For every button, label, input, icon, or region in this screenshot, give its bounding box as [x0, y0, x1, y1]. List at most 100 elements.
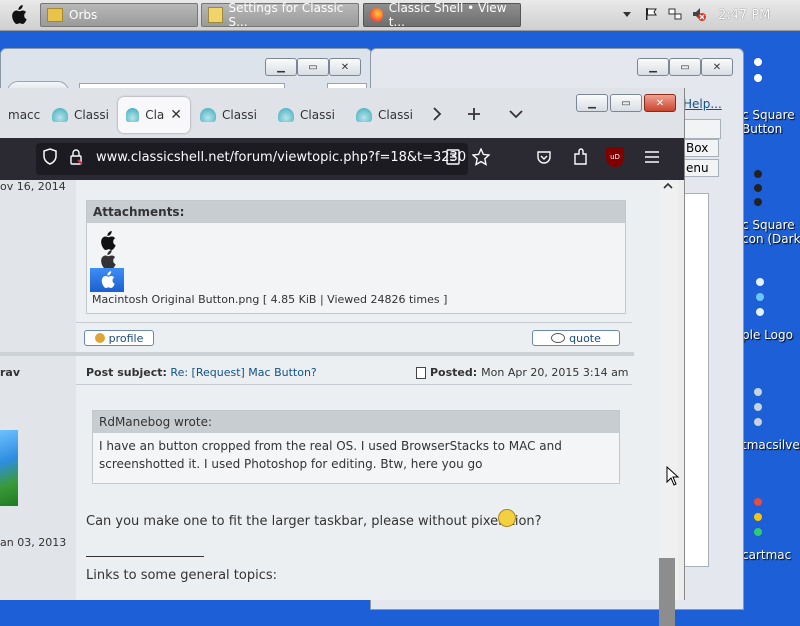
- folder-icon: [47, 8, 63, 22]
- shell-icon: [278, 108, 294, 122]
- profile-button[interactable]: profile: [84, 330, 154, 346]
- ublock-icon[interactable]: uD: [606, 147, 624, 167]
- quote-box: RdManebog wrote: I have an button croppe…: [92, 410, 620, 484]
- desktop-orb-icon[interactable]: [754, 170, 762, 178]
- taskbar-button-label: Orbs: [69, 8, 98, 22]
- reader-view-icon[interactable]: [446, 149, 460, 168]
- desktop-orb-icon[interactable]: [754, 498, 762, 506]
- flag-icon[interactable]: [644, 7, 658, 21]
- mouse-cursor-icon: [666, 465, 680, 489]
- desktop-orb-icon[interactable]: [754, 58, 762, 66]
- network-icon[interactable]: [668, 7, 682, 21]
- pocket-icon[interactable]: [536, 149, 552, 168]
- desktop-orb-icon[interactable]: [754, 513, 762, 521]
- scroll-up-arrow-icon[interactable]: [662, 180, 674, 195]
- scrollbar[interactable]: [660, 180, 678, 600]
- desktop-icon-label[interactable]: cartmac: [742, 548, 791, 562]
- desktop-icon-label[interactable]: c Square: [742, 108, 795, 122]
- shell-icon: [52, 108, 68, 122]
- join-date: an 03, 2013: [0, 536, 67, 549]
- browser-tab[interactable]: Classi: [44, 97, 120, 133]
- quote-button[interactable]: quote: [532, 330, 620, 346]
- quote-text: I have an button cropped from the real O…: [99, 439, 562, 471]
- tray-expand-icon[interactable]: [620, 7, 634, 21]
- side-tab-menu[interactable]: enu: [683, 159, 719, 177]
- bookmark-star-icon[interactable]: [471, 147, 491, 169]
- side-tab-box[interactable]: Box: [683, 139, 719, 157]
- start-button[interactable]: [4, 3, 32, 27]
- close-button[interactable]: ✕: [701, 58, 733, 76]
- browser-tab[interactable]: Classi: [192, 97, 268, 133]
- tab-label: Classi: [378, 108, 413, 122]
- signature-divider: [86, 556, 204, 557]
- minimize-button[interactable]: ▁: [637, 58, 669, 76]
- minimize-button[interactable]: ▁: [576, 94, 608, 112]
- minimize-button[interactable]: ▁: [265, 58, 297, 76]
- desktop-icon-label[interactable]: tmacsilver: [742, 438, 800, 452]
- tab-label: Classi: [222, 108, 257, 122]
- desktop-apple-icon[interactable]: [756, 308, 764, 316]
- desktop-icon-label[interactable]: c Square: [742, 218, 795, 232]
- close-button[interactable]: ✕: [329, 58, 361, 76]
- avatar[interactable]: [0, 430, 18, 506]
- desktop-apple-icon[interactable]: [756, 278, 764, 286]
- settings-app-icon: [208, 7, 223, 23]
- maximize-button[interactable]: ▭: [610, 94, 642, 112]
- apple-icon: [12, 5, 27, 24]
- desktop-icon-label[interactable]: Button: [742, 122, 782, 136]
- post-icon[interactable]: [416, 366, 426, 379]
- maximize-button[interactable]: ▭: [669, 58, 701, 76]
- desktop-orb-icon[interactable]: [754, 388, 762, 396]
- quote-icon: [551, 333, 566, 343]
- volume-muted-icon[interactable]: [692, 7, 706, 21]
- desktop-apple-icon[interactable]: [756, 293, 764, 301]
- browser-tab[interactable]: macc: [0, 97, 44, 133]
- taskbar-button-browser[interactable]: Classic Shell • View t...: [363, 1, 521, 29]
- post-subject-label: Post subject:: [86, 366, 167, 379]
- side-tab[interactable]: [683, 119, 721, 139]
- browser-tab[interactable]: Classi: [270, 97, 346, 133]
- scrollbar-thumb[interactable]: [659, 558, 675, 626]
- taskbar-button-settings[interactable]: Settings for Classic S...: [201, 1, 359, 29]
- close-tab-icon[interactable]: ✕: [170, 107, 182, 123]
- shield-icon[interactable]: [42, 148, 58, 169]
- user-icon: [94, 333, 105, 343]
- scroll-tabs-right-icon[interactable]: [430, 106, 444, 125]
- forum-page: ov 16, 2014 Attachments: Macintosh Origi…: [0, 180, 660, 600]
- list-tabs-icon[interactable]: [508, 108, 524, 123]
- desktop-icon-label[interactable]: con (Dark): [742, 232, 800, 246]
- post-subject-link[interactable]: Re: [Request] Mac Button?: [170, 366, 316, 379]
- desktop-orb-icon[interactable]: [754, 418, 762, 426]
- quote-label: quote: [569, 331, 601, 345]
- desktop-orb-icon[interactable]: [754, 184, 762, 192]
- taskbar-clock[interactable]: 2:47 PM: [718, 8, 770, 23]
- desktop-orb-icon[interactable]: [754, 74, 762, 82]
- settings-list-panel: [683, 193, 709, 567]
- browser-tab[interactable]: Classi: [348, 97, 424, 133]
- url-text[interactable]: www.classicshell.net/forum/viewtopic.php…: [96, 150, 466, 165]
- maximize-button[interactable]: ▭: [297, 58, 329, 76]
- close-button[interactable]: ✕: [644, 94, 676, 112]
- lock-icon[interactable]: [68, 148, 84, 169]
- taskbar-button-orbs[interactable]: Orbs: [40, 3, 198, 27]
- profile-label: profile: [108, 331, 144, 345]
- shell-icon: [126, 108, 140, 122]
- new-tab-icon[interactable]: [466, 106, 482, 125]
- desktop-orb-icon[interactable]: [754, 528, 762, 536]
- quote-author: RdManebog wrote:: [93, 411, 619, 433]
- desktop-orb-icon[interactable]: [754, 403, 762, 411]
- post-author[interactable]: rav: [0, 366, 20, 379]
- tab-label: Cla: [145, 108, 165, 122]
- post-body: Can you make one to fit the larger taskb…: [86, 514, 542, 529]
- tab-label: Classi: [300, 108, 335, 122]
- menu-icon[interactable]: [644, 150, 660, 167]
- extensions-icon[interactable]: [572, 148, 588, 169]
- desktop-icon-label[interactable]: ple Logo: [742, 328, 793, 342]
- browser-tab-active[interactable]: Cla ✕: [118, 97, 190, 133]
- help-link[interactable]: Help...: [683, 97, 722, 111]
- mac-button-image[interactable]: [90, 268, 124, 292]
- smiley-icon: [498, 509, 516, 527]
- post-posted: Posted: Mon Apr 20, 2015 3:14 am: [416, 366, 629, 379]
- desktop-orb-icon[interactable]: [754, 198, 762, 206]
- taskbar: Orbs Settings for Classic S... Classic S…: [0, 0, 800, 31]
